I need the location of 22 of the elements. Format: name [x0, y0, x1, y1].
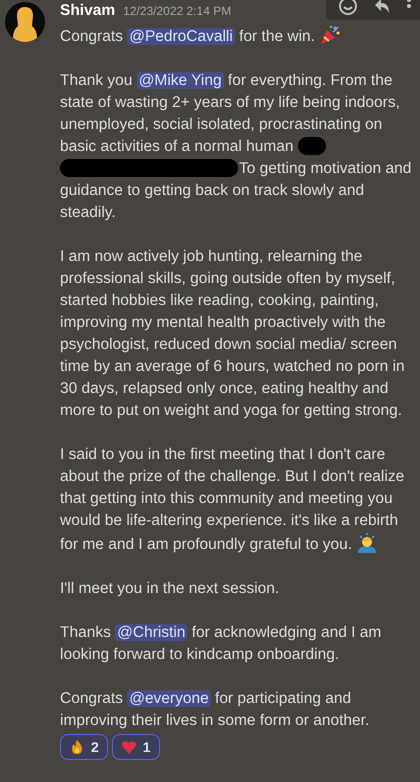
message-paragraph: Thank you @Mike Ying for everything. From the state of wasting 2+ years of my life being indoors, unemployed, social isolated, procrastinating on basic activities of a normal human To getting motivation and guidance to getting back on track slowly and steadily. — [60, 71, 412, 223]
message-paragraph: Thanks @Christin for acknowledging and I am looking forward to kindcamp onboarding. — [60, 623, 382, 665]
smiley-icon[interactable] — [338, 0, 358, 16]
bowing-person-icon — [356, 532, 378, 554]
reaction-button[interactable]: 1 — [112, 734, 160, 760]
timestamp: 12/23/2022 2:14 PM — [123, 4, 232, 18]
author-name[interactable]: Shivam — [60, 2, 116, 20]
redaction-mark — [298, 137, 326, 155]
user-mention[interactable]: @Christin — [115, 624, 188, 641]
user-mention[interactable]: @PedroCavalli — [127, 28, 235, 45]
user-mention[interactable]: @Mike Ying — [136, 72, 224, 89]
heart-icon — [120, 739, 137, 755]
user-mention[interactable]: @everyone — [127, 690, 211, 707]
reaction-button[interactable]: 2 — [60, 734, 108, 760]
message-paragraph: Congrats @PedroCavalli for the win. — [60, 24, 412, 48]
message-paragraph: I'll meet you in the next session. — [60, 579, 280, 599]
message-paragraph: I said to you in the first meeting that I don't care about the prize of the challenge. But I don't realize that getting into this community and meeting you would be life-altering experience. it's like a rebirth for me and I am profoundly grateful to you. — [60, 445, 406, 556]
fire-icon — [69, 739, 85, 755]
message-paragraph: Congrats @everyone for participating and improving their lives in some form or another. — [60, 689, 370, 731]
avatar[interactable] — [5, 2, 45, 42]
party-popper-icon — [319, 24, 342, 46]
message-paragraph: I am now actively job hunting, relearning the professional skills, going outside often by myself, started hobbies like reading, cooking, painting, improving my mental health proactively with the psychologist, reduced down social media/ screen time by an average of 6 hours, watched no porn in 30 days, relapsed only once, eating healthy and more to put on weight and yoga for getting strong. — [60, 247, 406, 421]
